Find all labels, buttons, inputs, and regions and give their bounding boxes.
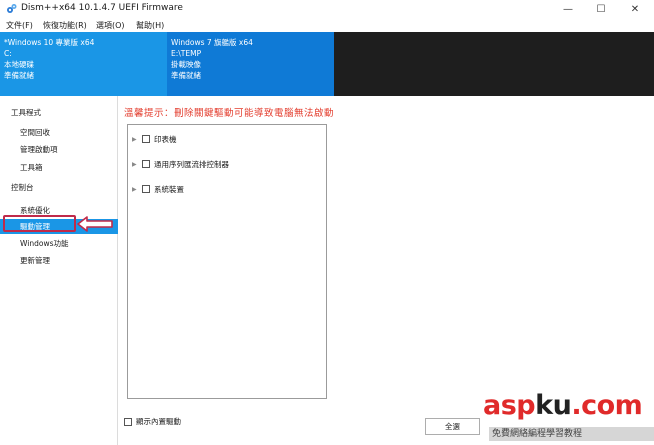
- tree-item[interactable]: ▶ 印表機: [132, 133, 177, 145]
- menu-file[interactable]: 文件(F): [6, 20, 33, 31]
- session-tab-win10[interactable]: *Windows 10 專業版 x64 C: 本地硬碟 準備就緒: [0, 32, 167, 96]
- tree-item[interactable]: ▶ 系統裝置: [132, 183, 184, 195]
- title-bar: Dism++x64 10.1.4.7 UEFI Firmware — ☐ ✕: [0, 0, 654, 18]
- watermark-sub: 免費網絡編程學習教程: [489, 427, 654, 441]
- sidebar-item-space-recycle[interactable]: 空間回收: [0, 125, 118, 140]
- watermark-part: .com: [571, 390, 643, 421]
- tree-item-label: 印表機: [154, 134, 177, 144]
- tree-item[interactable]: ▶ 通用序列匯流排控制器: [132, 158, 229, 170]
- sidebar-item-startup[interactable]: 管理啟動項: [0, 142, 118, 157]
- checkbox[interactable]: [142, 135, 150, 143]
- session-type: 掛載映像: [171, 60, 201, 69]
- menu-help[interactable]: 幫助(H): [136, 20, 164, 31]
- driver-tree: ▶ 印表機 ▶ 通用序列匯流排控制器 ▶ 系統裝置: [127, 124, 327, 399]
- sidebar-header-control: 控制台: [11, 183, 34, 192]
- sidebar: 工具程式 空間回收 管理啟動項 工具箱 控制台 系統優化 驅動管理 Window…: [0, 96, 118, 445]
- tree-item-label: 系統裝置: [154, 184, 184, 194]
- show-builtin-checkbox[interactable]: [124, 417, 132, 426]
- watermark-part: asp: [483, 390, 536, 421]
- close-button[interactable]: ✕: [620, 0, 650, 18]
- session-status: 準備就緒: [4, 71, 34, 80]
- session-tab-win7[interactable]: Windows 7 旗艦版 x64 E:\TEMP 掛載映像 準備就緒: [167, 32, 334, 96]
- expand-arrow-icon[interactable]: ▶: [132, 136, 140, 143]
- sidebar-item-toolbox[interactable]: 工具箱: [0, 160, 118, 175]
- annotation-highlight-box: [3, 215, 76, 232]
- checkbox[interactable]: [142, 160, 150, 168]
- session-name: Windows 7 旗艦版 x64: [171, 38, 253, 47]
- watermark-main: aspku.com: [483, 390, 643, 421]
- select-all-button[interactable]: 全選: [425, 418, 480, 435]
- watermark-part: ku: [535, 390, 572, 421]
- sidebar-item-updates[interactable]: 更新管理: [0, 253, 118, 268]
- warning-text: 溫馨提示：刪除關鍵驅動可能導致電腦無法啟動: [124, 108, 335, 119]
- menu-restore[interactable]: 恢復功能(R): [43, 20, 87, 31]
- session-path: E:\TEMP: [171, 49, 202, 58]
- checkbox[interactable]: [142, 185, 150, 193]
- menu-options[interactable]: 選項(O): [96, 20, 125, 31]
- session-bar: *Windows 10 專業版 x64 C: 本地硬碟 準備就緒 Windows…: [0, 32, 654, 96]
- expand-arrow-icon[interactable]: ▶: [132, 186, 140, 193]
- annotation-arrow-icon: [77, 216, 113, 232]
- session-type: 本地硬碟: [4, 60, 34, 69]
- watermark-logo: aspku.com 免費網絡編程學習教程: [483, 390, 654, 445]
- show-builtin-option[interactable]: 顯示內置驅動: [124, 416, 181, 427]
- window-title: Dism++x64 10.1.4.7 UEFI Firmware: [21, 3, 183, 13]
- menu-bar: 文件(F) 恢復功能(R) 選項(O) 幫助(H): [0, 18, 654, 32]
- dism-gear-icon: [7, 4, 17, 13]
- sidebar-item-windows-features[interactable]: Windows功能: [0, 236, 118, 251]
- maximize-button[interactable]: ☐: [586, 0, 616, 18]
- expand-arrow-icon[interactable]: ▶: [132, 161, 140, 168]
- minimize-button[interactable]: —: [553, 0, 583, 18]
- session-status: 準備就緒: [171, 71, 201, 80]
- session-name: *Windows 10 專業版 x64: [4, 38, 95, 47]
- show-builtin-label: 顯示內置驅動: [136, 417, 181, 426]
- tree-item-label: 通用序列匯流排控制器: [154, 159, 229, 169]
- session-path: C:: [4, 49, 12, 58]
- sidebar-header-tools: 工具程式: [11, 108, 41, 117]
